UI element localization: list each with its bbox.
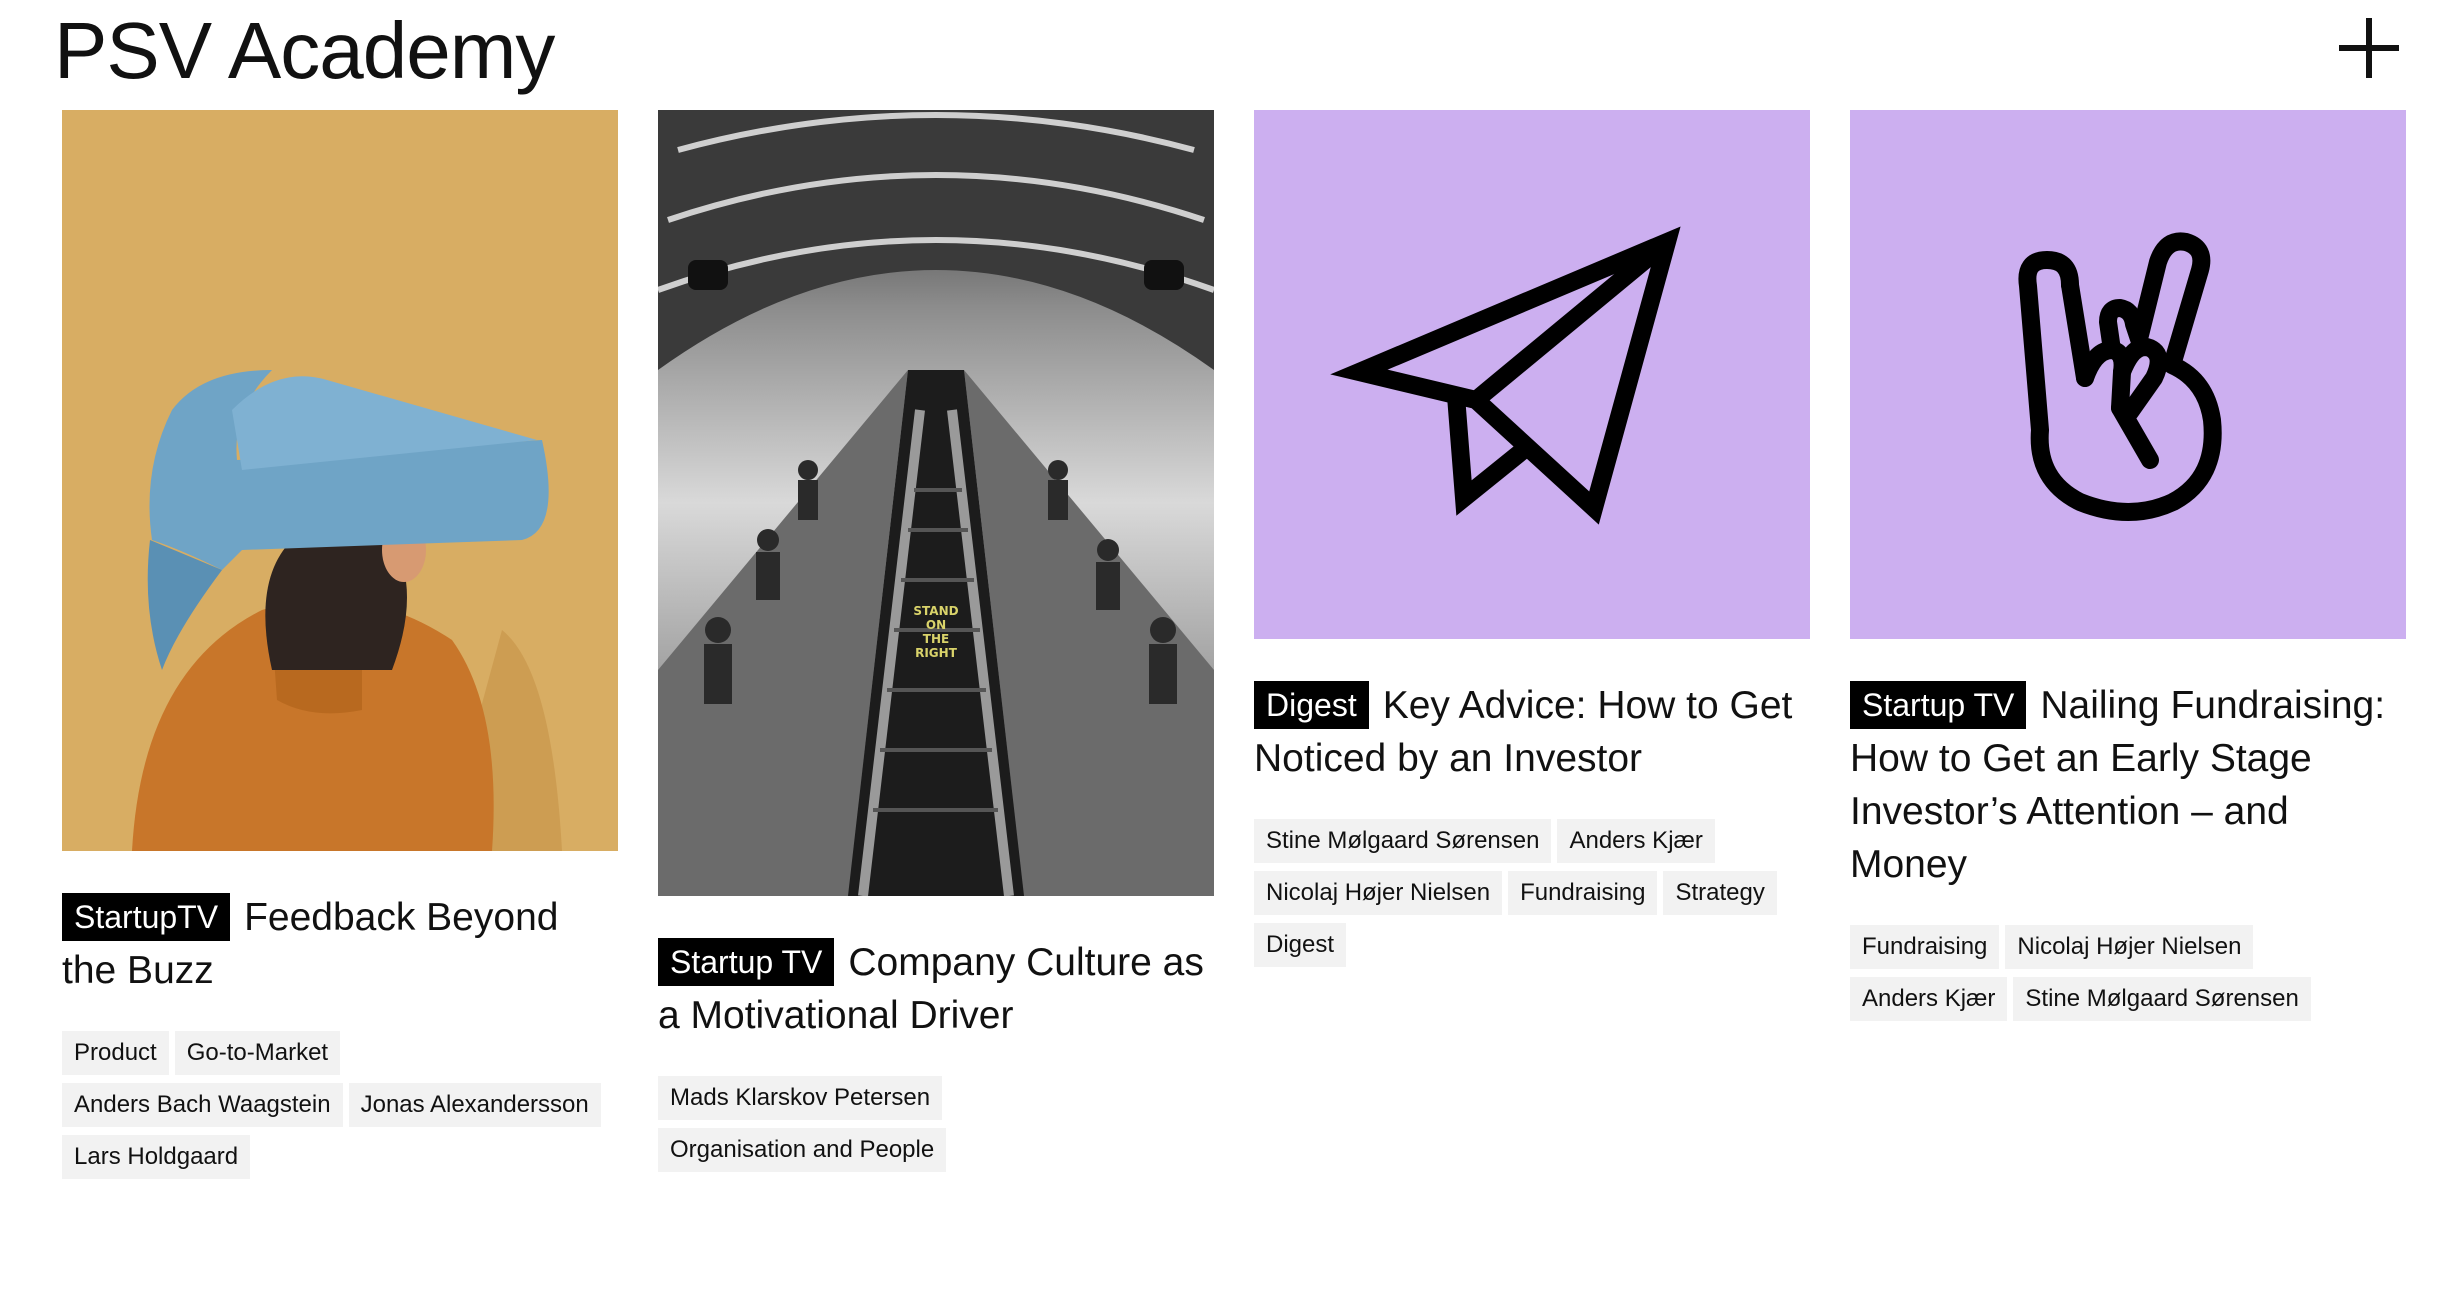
tag-list: Fundraising Nicolaj Højer Nielsen Anders… <box>1850 925 2406 1021</box>
article-title[interactable]: Digest Key Advice: How to Get Noticed by … <box>1254 679 1810 785</box>
escalator-sign-line-3: THE <box>923 632 949 646</box>
article-card[interactable]: STAND ON THE RIGHT Startup TV Company Cul… <box>658 110 1214 1172</box>
site-header: PSV Academy <box>0 0 2442 108</box>
plus-icon[interactable] <box>2337 16 2401 80</box>
category-badge[interactable]: Startup TV <box>1850 681 2027 729</box>
tag[interactable]: Lars Holdgaard <box>62 1135 251 1179</box>
category-badge[interactable]: StartupTV <box>62 893 231 941</box>
tag[interactable]: Product <box>62 1031 169 1075</box>
tag[interactable]: Anders Kjær <box>1850 977 2008 1021</box>
tag[interactable]: Anders Kjær <box>1557 819 1715 863</box>
site-logo[interactable]: PSV Academy <box>54 6 555 96</box>
article-card[interactable]: Digest Key Advice: How to Get Noticed by … <box>1254 110 1810 967</box>
article-image[interactable] <box>1254 110 1810 639</box>
paper-plane-icon <box>1330 226 1681 525</box>
tag[interactable]: Mads Klarskov Petersen <box>658 1076 943 1120</box>
article-card[interactable]: StartupTV Feedback Beyond the Buzz Produc… <box>62 110 618 1179</box>
tag[interactable]: Strategy <box>1663 871 1777 915</box>
tag[interactable]: Jonas Alexandersson <box>348 1083 601 1127</box>
tag[interactable]: Fundraising <box>1508 871 1658 915</box>
article-image[interactable] <box>1850 110 2406 639</box>
category-badge[interactable]: Digest <box>1254 681 1369 729</box>
article-title[interactable]: StartupTV Feedback Beyond the Buzz <box>62 891 618 997</box>
tag[interactable]: Fundraising <box>1850 925 2000 969</box>
article-title[interactable]: Startup TV Company Culture as a Motivatio… <box>658 936 1214 1042</box>
escalator-sign-line-1: STAND <box>913 604 958 618</box>
escalator-sign-line-4: RIGHT <box>915 646 958 660</box>
photo-person-paper-hat <box>62 110 618 851</box>
tag[interactable]: Organisation and People <box>658 1128 947 1172</box>
photo-escalator: STAND ON THE RIGHT <box>658 110 1214 896</box>
rock-hand-icon <box>2018 232 2222 521</box>
category-badge[interactable]: Startup TV <box>658 938 835 986</box>
tag-list: Product Go-to-Market Anders Bach Waagste… <box>62 1031 618 1179</box>
tag[interactable]: Nicolaj Højer Nielsen <box>2005 925 2254 969</box>
tag-list: Mads Klarskov Petersen Organisation and … <box>658 1076 1214 1172</box>
tag[interactable]: Nicolaj Højer Nielsen <box>1254 871 1503 915</box>
tag[interactable]: Digest <box>1254 923 1347 967</box>
tag[interactable]: Go-to-Market <box>174 1031 341 1075</box>
tag[interactable]: Anders Bach Waagstein <box>62 1083 343 1127</box>
tag[interactable]: Stine Mølgaard Sørensen <box>1254 819 1552 863</box>
tag-list: Stine Mølgaard Sørensen Anders Kjær Nico… <box>1254 819 1810 967</box>
article-card[interactable]: Startup TV Nailing Fundraising: How to Ge… <box>1850 110 2406 1021</box>
article-image[interactable] <box>62 110 618 851</box>
tag[interactable]: Stine Mølgaard Sørensen <box>2013 977 2311 1021</box>
article-image[interactable]: STAND ON THE RIGHT <box>658 110 1214 896</box>
article-title[interactable]: Startup TV Nailing Fundraising: How to Ge… <box>1850 679 2406 891</box>
escalator-sign-line-2: ON <box>926 618 946 632</box>
